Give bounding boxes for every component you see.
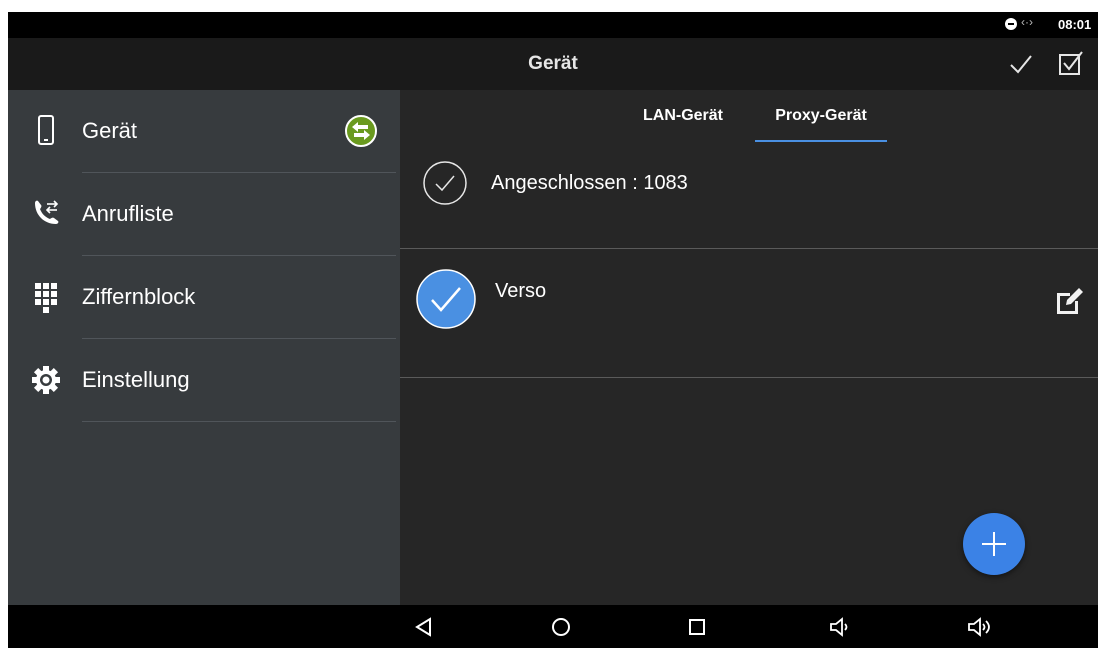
- sidebar-item-label: Einstellung: [82, 367, 190, 392]
- tab-lan-geraet[interactable]: LAN-Gerät: [628, 90, 738, 142]
- add-device-button[interactable]: [963, 513, 1025, 575]
- page-title: Gerät: [528, 53, 578, 74]
- device-list-item[interactable]: Verso: [400, 237, 1098, 365]
- sidebar-item-label: Gerät: [82, 118, 138, 143]
- device-name: Verso: [495, 280, 547, 302]
- tablet-screen: ‹·› 08:01 Gerät Gerät Anrufliste Ziffern…: [8, 12, 1098, 648]
- sidebar-item-anrufliste[interactable]: Anrufliste: [8, 173, 400, 256]
- divider: [400, 377, 1098, 378]
- call-log-icon: [35, 200, 59, 224]
- sidebar-item-label: Anrufliste: [82, 201, 174, 226]
- volume-up-icon[interactable]: [966, 613, 994, 641]
- dialpad-icon: [35, 283, 57, 313]
- sidebar: Gerät Anrufliste Ziffernblock Einstellun…: [8, 90, 400, 605]
- status-bar: ‹·› 08:01: [8, 12, 1098, 38]
- app-bar: Gerät: [8, 38, 1098, 90]
- phone-device-icon: [38, 115, 54, 145]
- device-panel: LAN-Gerät Proxy-Gerät Angeschlossen : 10…: [400, 90, 1098, 605]
- connected-check-icon: [423, 161, 467, 205]
- divider: [82, 421, 396, 422]
- connection-status-text: Angeschlossen : 1083: [491, 172, 688, 194]
- sidebar-item-ziffernblock[interactable]: Ziffernblock: [8, 256, 400, 339]
- settings-gear-icon: [32, 366, 60, 394]
- system-navigation-bar: [8, 605, 1098, 648]
- data-sync-icon: ‹·›: [1021, 15, 1033, 29]
- recent-apps-icon[interactable]: [683, 613, 711, 641]
- plus-icon: [982, 532, 1006, 556]
- sidebar-item-geraet[interactable]: Gerät: [8, 90, 400, 173]
- back-icon[interactable]: [410, 613, 438, 641]
- connection-status-row: Angeschlossen : 1083: [400, 142, 1098, 236]
- sync-status-icon[interactable]: [344, 114, 378, 148]
- sidebar-item-label: Ziffernblock: [82, 284, 196, 309]
- status-time: 08:01: [1058, 17, 1092, 32]
- confirm-check-icon[interactable]: [1009, 52, 1033, 76]
- edit-icon[interactable]: [1054, 285, 1086, 317]
- home-icon[interactable]: [547, 613, 575, 641]
- do-not-disturb-icon: [1005, 18, 1017, 30]
- sidebar-item-einstellung[interactable]: Einstellung: [8, 339, 400, 422]
- tab-proxy-geraet[interactable]: Proxy-Gerät: [755, 90, 887, 142]
- select-all-checkbox-icon[interactable]: [1058, 50, 1084, 76]
- volume-down-icon[interactable]: [826, 613, 854, 641]
- selected-check-icon[interactable]: [416, 269, 476, 329]
